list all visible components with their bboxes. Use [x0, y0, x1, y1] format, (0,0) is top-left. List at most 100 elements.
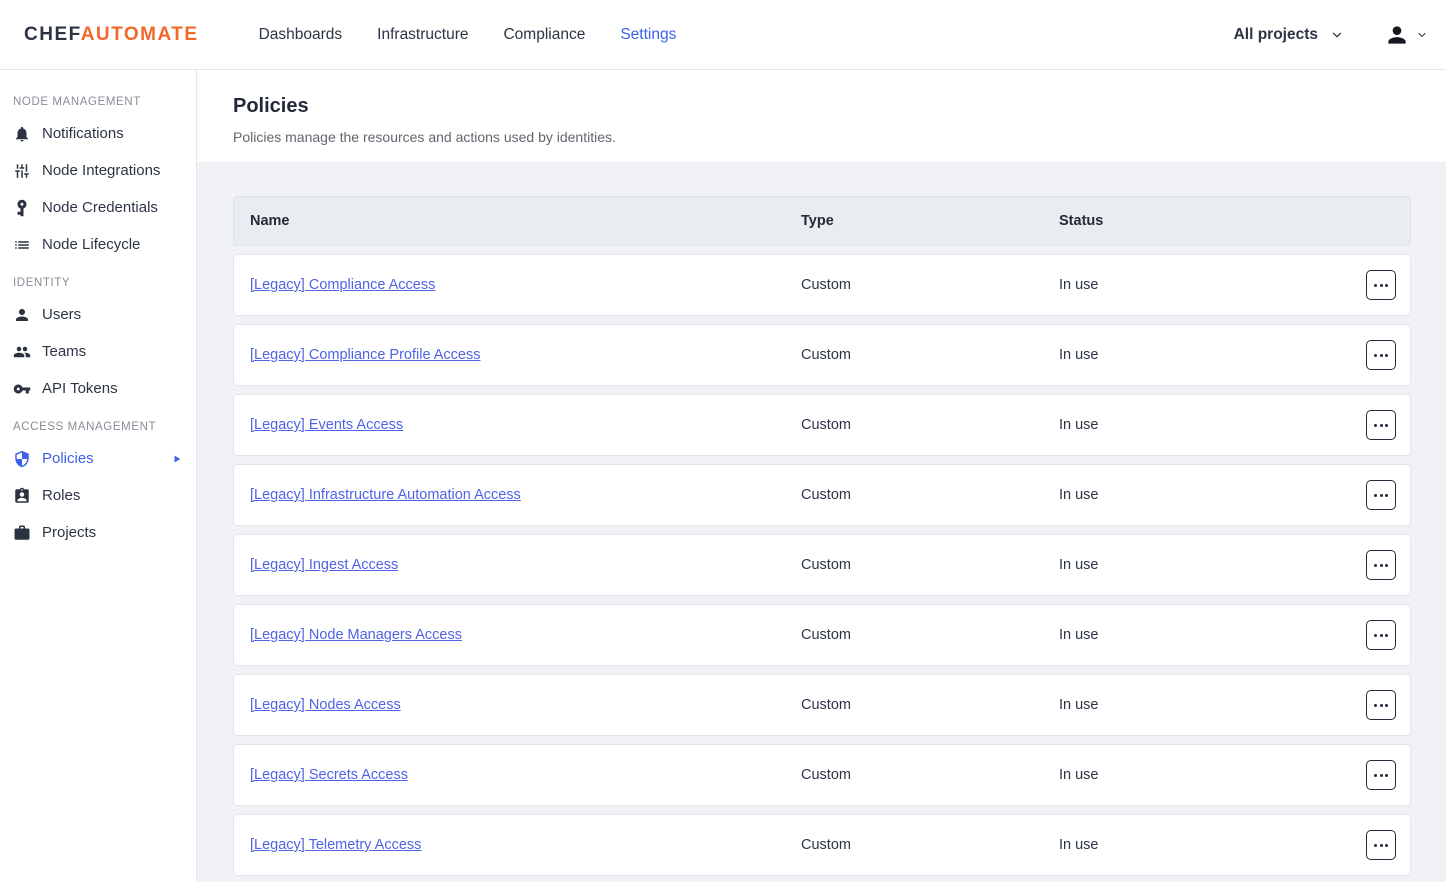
ellipsis-icon: [1380, 564, 1383, 567]
sidebar-item-label: Policies: [42, 450, 94, 467]
sidebar-item-label: API Tokens: [42, 380, 118, 397]
sidebar-item-node-credentials[interactable]: Node Credentials: [0, 189, 196, 226]
ellipsis-icon: [1385, 634, 1388, 637]
sidebar-item-projects[interactable]: Projects: [0, 514, 196, 551]
people-icon: [13, 343, 31, 361]
row-menu-button[interactable]: [1366, 690, 1396, 720]
user-menu-dropdown[interactable]: [1384, 22, 1428, 48]
sidebar-section-title-identity: IDENTITY: [0, 263, 196, 296]
ellipsis-icon: [1374, 494, 1377, 497]
ellipsis-icon: [1374, 704, 1377, 707]
list-icon: [13, 236, 31, 254]
sidebar-item-notifications[interactable]: Notifications: [0, 115, 196, 152]
table-row: [Legacy] Compliance Access CustomIn use: [233, 254, 1411, 316]
projects-filter-label: All projects: [1234, 26, 1318, 44]
ellipsis-icon: [1380, 704, 1383, 707]
ellipsis-icon: [1374, 774, 1377, 777]
table-row: [Legacy] Infrastructure Automation Acces…: [233, 464, 1411, 526]
row-menu-button[interactable]: [1366, 270, 1396, 300]
ellipsis-icon: [1380, 284, 1383, 287]
sidebar-item-node-integrations[interactable]: Node Integrations: [0, 152, 196, 189]
page-title: Policies: [233, 95, 1410, 118]
ellipsis-icon: [1385, 704, 1388, 707]
nav-link-settings[interactable]: Settings: [620, 26, 676, 44]
policy-name-link[interactable]: [Legacy] Nodes Access: [250, 697, 401, 713]
ellipsis-icon: [1385, 424, 1388, 427]
nav-link-compliance[interactable]: Compliance: [503, 26, 585, 44]
ellipsis-icon: [1374, 844, 1377, 847]
table-row: [Legacy] Telemetry Access CustomIn use: [233, 814, 1411, 876]
policy-name-link[interactable]: [Legacy] Node Managers Access: [250, 627, 462, 643]
sidebar-item-label: Node Lifecycle: [42, 236, 140, 253]
sidebar-item-label: Node Credentials: [42, 199, 158, 216]
policy-name-link[interactable]: [Legacy] Secrets Access: [250, 767, 408, 783]
sidebar-item-policies[interactable]: Policies: [0, 440, 196, 477]
sidebar-item-node-lifecycle[interactable]: Node Lifecycle: [0, 226, 196, 263]
row-menu-button[interactable]: [1366, 620, 1396, 650]
ellipsis-icon: [1385, 284, 1388, 287]
row-menu-button[interactable]: [1366, 760, 1396, 790]
policy-name-link[interactable]: [Legacy] Infrastructure Automation Acces…: [250, 487, 521, 503]
sidebar-item-label: Node Integrations: [42, 162, 160, 179]
ellipsis-icon: [1374, 354, 1377, 357]
table-row: [Legacy] Compliance Profile AccessCustom…: [233, 324, 1411, 386]
column-header-status: Status: [1059, 213, 1350, 229]
table-row: [Legacy] Events Access CustomIn use: [233, 394, 1411, 456]
policy-type-value: Custom: [801, 277, 1059, 293]
policy-name-link[interactable]: [Legacy] Events Access: [250, 417, 403, 433]
row-menu-button[interactable]: [1366, 550, 1396, 580]
topnav-right: All projects: [1234, 22, 1428, 48]
table-header-row: Name Type Status: [233, 196, 1411, 246]
key-vertical-icon: [13, 199, 31, 217]
caret-right-icon: [172, 454, 182, 464]
person-icon: [13, 306, 31, 324]
sidebar-item-api-tokens[interactable]: API Tokens: [0, 370, 196, 407]
logo-automate-text: AUTOMATE: [81, 24, 199, 45]
row-menu-button[interactable]: [1366, 410, 1396, 440]
main-content: Policies Policies manage the resources a…: [197, 70, 1446, 882]
policy-type-value: Custom: [801, 417, 1059, 433]
sidebar-item-label: Notifications: [42, 125, 124, 142]
policy-status-value: In use: [1059, 277, 1350, 293]
row-menu-button[interactable]: [1366, 830, 1396, 860]
ellipsis-icon: [1380, 494, 1383, 497]
key-icon: [13, 380, 31, 398]
policy-type-value: Custom: [801, 837, 1059, 853]
table-row: [Legacy] Nodes AccessCustomIn use: [233, 674, 1411, 736]
logo-chef-text: CHEF: [24, 24, 81, 45]
policy-status-value: In use: [1059, 417, 1350, 433]
ellipsis-icon: [1374, 564, 1377, 567]
sidebar-item-label: Users: [42, 306, 81, 323]
column-header-type: Type: [801, 213, 1059, 229]
policy-status-value: In use: [1059, 557, 1350, 573]
sidebar-item-roles[interactable]: Roles: [0, 477, 196, 514]
nav-link-dashboards[interactable]: Dashboards: [259, 26, 343, 44]
table-row: [Legacy] Secrets AccessCustomIn use: [233, 744, 1411, 806]
badge-icon: [13, 487, 31, 505]
policy-name-link[interactable]: [Legacy] Ingest Access: [250, 557, 398, 573]
projects-filter-dropdown[interactable]: All projects: [1234, 26, 1344, 44]
policy-name-link[interactable]: [Legacy] Telemetry Access: [250, 837, 421, 853]
policy-status-value: In use: [1059, 837, 1350, 853]
policy-type-value: Custom: [801, 767, 1059, 783]
sidebar-item-users[interactable]: Users: [0, 296, 196, 333]
sidebar-item-label: Roles: [42, 487, 80, 504]
sidebar-item-teams[interactable]: Teams: [0, 333, 196, 370]
page-header: Policies Policies manage the resources a…: [197, 70, 1446, 162]
policies-table-area: Name Type Status [Legacy] Compliance Acc…: [197, 162, 1446, 882]
table-row: [Legacy] Ingest AccessCustomIn use: [233, 534, 1411, 596]
row-menu-button[interactable]: [1366, 340, 1396, 370]
ellipsis-icon: [1374, 284, 1377, 287]
sidebar-item-label: Projects: [42, 524, 96, 541]
ellipsis-icon: [1380, 634, 1383, 637]
bell-icon: [13, 125, 31, 143]
ellipsis-icon: [1380, 424, 1383, 427]
policy-name-link[interactable]: [Legacy] Compliance Access: [250, 277, 435, 293]
policy-name-link[interactable]: [Legacy] Compliance Profile Access: [250, 347, 481, 363]
row-menu-button[interactable]: [1366, 480, 1396, 510]
chef-automate-logo[interactable]: CHEFAUTOMATE: [24, 24, 199, 46]
ellipsis-icon: [1374, 634, 1377, 637]
table-row: [Legacy] Node Managers AccessCustomIn us…: [233, 604, 1411, 666]
policies-table-body: [Legacy] Compliance AccessCustomIn use[L…: [233, 254, 1411, 876]
nav-link-infrastructure[interactable]: Infrastructure: [377, 26, 468, 44]
